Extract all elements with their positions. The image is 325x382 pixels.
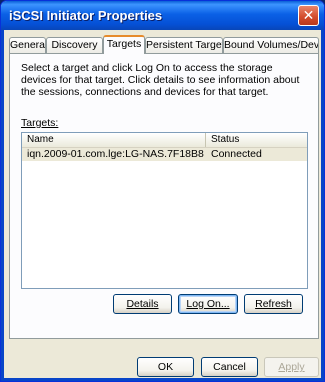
window-frame-bottom (1, 378, 324, 381)
tab-strip: General Discovery Targets Persistent Tar… (9, 35, 319, 54)
target-name-cell: iqn.2009-01.com.lge:LG-NAS.7F18B8 (27, 148, 204, 160)
column-header-status[interactable]: Status (206, 133, 307, 147)
details-button-label: Details (126, 298, 159, 310)
ok-button[interactable]: OK (137, 357, 194, 377)
window-frame-right (321, 30, 324, 381)
tab-persistent-targets[interactable]: Persistent Targets (145, 37, 223, 53)
cancel-button[interactable]: Cancel (201, 357, 258, 377)
iscsi-initiator-dialog: iSCSI Initiator Properties ✕ General Dis… (0, 0, 325, 382)
tab-bound-volumes-devices[interactable]: Bound Volumes/Devices (223, 37, 319, 53)
targets-list-header: Name Status (22, 133, 307, 148)
targets-description: Select a target and click Log On to acce… (21, 62, 300, 98)
refresh-button[interactable]: Refresh (244, 294, 303, 314)
target-row[interactable]: iqn.2009-01.com.lge:LG-NAS.7F18B8 Connec… (22, 148, 307, 161)
targets-label-text: Targets: (21, 117, 59, 129)
close-icon: ✕ (302, 7, 315, 24)
column-header-name[interactable]: Name (22, 133, 206, 147)
targets-label: Targets: (21, 117, 58, 129)
title-bar[interactable]: iSCSI Initiator Properties ✕ (1, 1, 324, 30)
target-status-cell: Connected (211, 148, 262, 160)
apply-button[interactable]: Apply (264, 357, 319, 377)
apply-button-label: Apply (278, 361, 305, 373)
log-on-button[interactable]: Log On... (178, 294, 238, 314)
window-frame-left (1, 30, 4, 381)
refresh-button-label: Refresh (255, 298, 292, 310)
tab-targets[interactable]: Targets (103, 35, 145, 54)
targets-list[interactable]: Name Status iqn.2009-01.com.lge:LG-NAS.7… (21, 132, 308, 289)
targets-tab-panel: Select a target and click Log On to acce… (9, 53, 319, 339)
details-button[interactable]: Details (113, 294, 172, 314)
close-button[interactable]: ✕ (298, 5, 319, 26)
log-on-button-label: Log On... (186, 298, 230, 310)
tab-general[interactable]: General (9, 37, 46, 53)
tab-discovery[interactable]: Discovery (46, 37, 103, 53)
window-title: iSCSI Initiator Properties (9, 8, 163, 23)
